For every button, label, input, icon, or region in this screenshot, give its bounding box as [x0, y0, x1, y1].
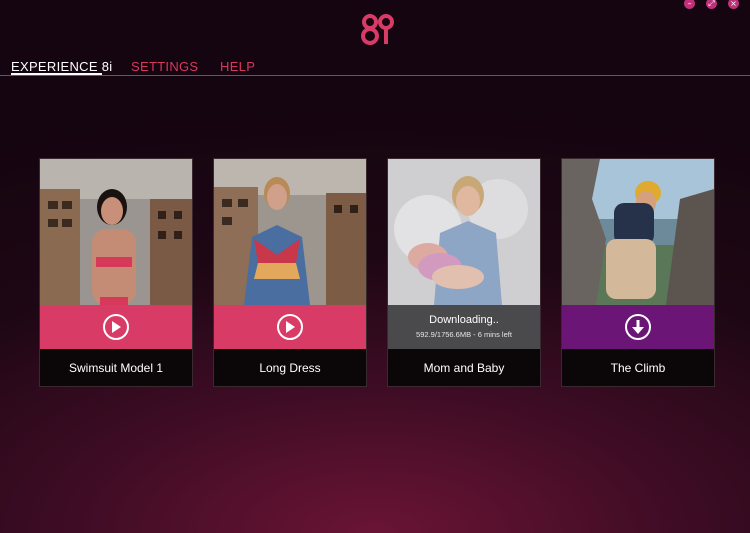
card-title: Long Dress — [259, 360, 321, 375]
nav-tab-settings[interactable]: SETTINGS — [131, 59, 198, 74]
content-card-the-climb[interactable]: The Climb — [561, 158, 715, 387]
content-card-swimsuit[interactable]: Swimsuit Model 1 — [39, 158, 193, 387]
download-progress-text: 592.9/1756.6MB - 6 mins left — [416, 329, 512, 339]
window-controls: – ⤢ × — [684, 0, 750, 12]
logo-8i-icon — [361, 14, 394, 45]
play-icon[interactable] — [277, 314, 303, 340]
nav-tab-help[interactable]: HELP — [220, 59, 255, 74]
card-title: Mom and Baby — [423, 360, 505, 375]
main-nav: EXPERIENCE 8i SETTINGS HELP — [0, 57, 750, 79]
download-progress: Downloading.. 592.9/1756.6MB - 6 mins le… — [388, 305, 540, 349]
thumbnail-swimsuit-image — [40, 159, 192, 305]
close-icon[interactable]: × — [728, 0, 739, 9]
thumbnail-the-climb-image — [562, 159, 714, 305]
nav-tab-experience[interactable]: EXPERIENCE 8i — [11, 59, 112, 74]
card-action-download[interactable] — [562, 305, 714, 349]
card-action-play[interactable] — [214, 305, 366, 349]
content-card-mom-and-baby[interactable]: Downloading.. 592.9/1756.6MB - 6 mins le… — [387, 158, 541, 387]
nav-divider — [0, 75, 750, 76]
content-card-long-dress[interactable]: Long Dress — [213, 158, 367, 387]
thumbnail-long-dress-image — [214, 159, 366, 305]
maximize-icon[interactable]: ⤢ — [706, 0, 717, 9]
card-title: Swimsuit Model 1 — [68, 360, 164, 375]
download-status: Downloading.. — [429, 313, 499, 326]
download-icon[interactable] — [625, 314, 651, 340]
thumbnail-mom-and-baby-image — [388, 159, 540, 305]
card-title: The Climb — [610, 360, 666, 375]
minimize-icon[interactable]: – — [684, 0, 695, 9]
play-icon[interactable] — [103, 314, 129, 340]
card-action-play[interactable] — [40, 305, 192, 349]
active-tab-indicator — [11, 73, 102, 75]
